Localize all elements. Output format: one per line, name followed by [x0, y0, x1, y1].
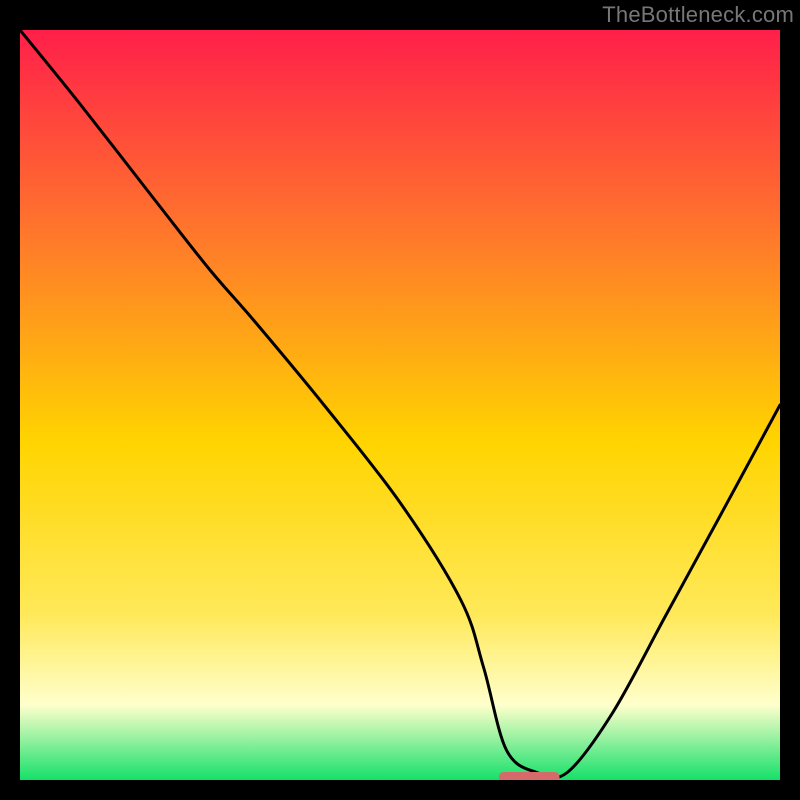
optimal-marker [499, 772, 560, 780]
watermark-text: TheBottleneck.com [602, 2, 794, 28]
chart-svg [20, 30, 780, 780]
plot-area [20, 30, 780, 780]
chart-frame: TheBottleneck.com [0, 0, 800, 800]
gradient-background [20, 30, 780, 780]
